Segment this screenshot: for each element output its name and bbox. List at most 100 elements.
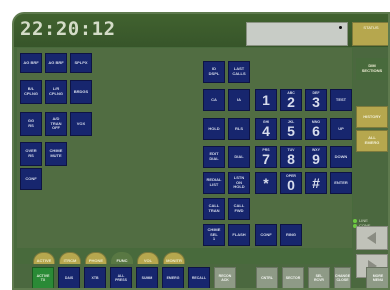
keypad-digit-0: 0 [287, 177, 295, 193]
splpx-button[interactable]: SPLPX [70, 53, 92, 73]
keypad-digit-7: 7 [262, 151, 270, 167]
more-menu-label: MORE MENU [372, 273, 384, 282]
xtb-button[interactable]: XTB [84, 267, 106, 288]
status-label: STATUS [363, 25, 379, 30]
conf-button[interactable]: CONF [20, 168, 42, 190]
ag-brf-label-1: AG BRF [23, 59, 39, 65]
lstn-on-hold-button[interactable]: LSTN ON HOLD [228, 172, 250, 194]
emerg-label: EMERG [166, 275, 180, 280]
keypad-key-4[interactable]: GHI 4 [255, 118, 277, 140]
conf-label: CONF [25, 175, 37, 181]
ring-label: RING [286, 231, 296, 237]
keypad-key-7[interactable]: PRS 7 [255, 146, 277, 168]
keypad-digit-5: 5 [287, 123, 295, 139]
all-emerg-button[interactable]: ALL EMERG [356, 130, 388, 152]
xtb-label: XTB [91, 275, 99, 280]
more-menu-button[interactable]: MORE MENU [366, 267, 388, 288]
call-tran-button[interactable]: CALL TRAN [203, 198, 225, 220]
keypad-key-5[interactable]: JKL 5 [280, 118, 302, 140]
conf-button-2[interactable]: CONF [255, 224, 277, 246]
dim-sections-label: DIM SECTIONS [361, 63, 383, 73]
call-fwd-button[interactable]: CALL FWD [228, 198, 250, 220]
sel-rcvr-button[interactable]: SEL RCVR [308, 267, 330, 288]
cntrl-button[interactable]: CNTRL [256, 267, 278, 288]
splpx-label: SPLPX [74, 59, 88, 65]
down-button[interactable]: DOWN [330, 146, 352, 168]
keypad-key-8[interactable]: TUV 8 [280, 146, 302, 168]
keypad-key-1[interactable]: 1 [255, 89, 277, 111]
keypad-digit-8: 8 [287, 151, 295, 167]
ia-button[interactable]: IA [228, 89, 250, 111]
function-area: AG BRF AG BRF SPLPX B/L CPLNG L/R CPLNG … [17, 48, 352, 275]
active-tx-button[interactable]: ACTIVE TX [32, 267, 54, 288]
rls-label: RLS [235, 125, 243, 131]
enter-button[interactable]: ENTER [330, 172, 352, 194]
change-close-label: CHANGE CLOSE [334, 273, 351, 282]
keypad-key-2[interactable]: ABC 2 [280, 89, 302, 111]
dial-button[interactable]: DIAL [228, 146, 250, 168]
hold-button[interactable]: HOLD [203, 118, 225, 140]
gg-rs-button[interactable]: GG RS [20, 112, 42, 136]
keypad-key-0[interactable]: OPER 0 [280, 172, 302, 194]
keypad-digit-hash: # [312, 175, 320, 191]
recon-ack-button[interactable]: RECON ACK [214, 267, 236, 288]
bottom-bar: ACTIVE TX DAIS XTB ALL PRESS SUMM EMERG … [14, 264, 352, 288]
last-calls-button[interactable]: LAST CALLS [228, 61, 250, 83]
active-tx-label: ACTIVE TX [36, 273, 50, 282]
chime-sel-label: CHIME SEL 1 [207, 227, 221, 242]
test-button[interactable]: TEST [330, 89, 352, 111]
all-press-button[interactable]: ALL PRESS [110, 267, 132, 288]
lr-cplng-button[interactable]: L/R CPLNG [45, 80, 67, 104]
lstn-on-hold-label: LSTN ON HOLD [233, 175, 245, 190]
summ-button[interactable]: SUMM [136, 267, 158, 288]
emerg-button[interactable]: EMERG [162, 267, 184, 288]
keypad-digit-1: 1 [262, 92, 270, 108]
rls-button[interactable]: RLS [228, 118, 250, 140]
dim-sections-button[interactable]: DIM SECTIONS [356, 58, 388, 80]
keypad-digit-4: 4 [262, 123, 270, 139]
ag-brf-button-2[interactable]: AG BRF [45, 53, 67, 73]
keypad-key-3[interactable]: DEF 3 [305, 89, 327, 111]
last-calls-label: LAST CALLS [232, 66, 246, 76]
keypad-key-9[interactable]: WXY 9 [305, 146, 327, 168]
display-indicator [339, 26, 342, 29]
redial-list-button[interactable]: REDIAL LIST [203, 172, 225, 194]
edit-dial-button[interactable]: EDIT DIAL [203, 146, 225, 168]
flash-button[interactable]: FLASH [228, 224, 250, 246]
dais-button[interactable]: DAIS [58, 267, 80, 288]
keypad-key-6[interactable]: MNO 6 [305, 118, 327, 140]
up-button[interactable]: UP [330, 118, 352, 140]
recall-label: RECALL [191, 275, 207, 280]
bl-cplng-label: B/L CPLNG [24, 86, 38, 96]
dais-label: DAIS [64, 275, 74, 280]
status-button[interactable]: STATUS [352, 22, 388, 46]
bl-cplng-button[interactable]: B/L CPLNG [20, 80, 42, 104]
vox-button[interactable]: VOX [70, 112, 92, 136]
lr-cplng-label: L/R CPLNG [49, 86, 63, 96]
chime-mute-button[interactable]: CHIME MUTE [45, 142, 67, 166]
ring-button[interactable]: RING [280, 224, 302, 246]
keypad-digit-star: * [263, 175, 269, 191]
bridge-button[interactable]: BRDGS [70, 80, 92, 104]
over-rs-button[interactable]: OVER RS [20, 142, 42, 166]
ag-brf-label-2: AG BRF [48, 59, 64, 65]
message-display [246, 22, 348, 46]
gg-rs-label: GG RS [27, 118, 35, 128]
chime-sel-button[interactable]: CHIME SEL 1 [203, 224, 225, 246]
cntrl-label: CNTRL [261, 275, 273, 280]
up-label: UP [338, 125, 344, 131]
vox-label: VOX [76, 120, 86, 126]
ca-button[interactable]: CA [203, 89, 225, 111]
ad-tran-off-button[interactable]: A/D TRAN OFF [45, 112, 67, 136]
keypad-key-star[interactable]: * [255, 172, 277, 194]
ia-label: IA [237, 96, 241, 102]
scroll-left-button[interactable] [356, 226, 388, 250]
history-button[interactable]: HISTORY [356, 106, 388, 128]
change-close-button[interactable]: CHANGE CLOSE [334, 267, 351, 288]
id-displ-button[interactable]: ID DSPL [203, 61, 225, 83]
ag-brf-button-1[interactable]: AG BRF [20, 53, 42, 73]
ad-tran-off-label: A/D TRAN OFF [50, 116, 62, 131]
sector-button[interactable]: SECTOR [282, 267, 304, 288]
recall-button[interactable]: RECALL [188, 267, 210, 288]
keypad-key-hash[interactable]: # [305, 172, 327, 194]
